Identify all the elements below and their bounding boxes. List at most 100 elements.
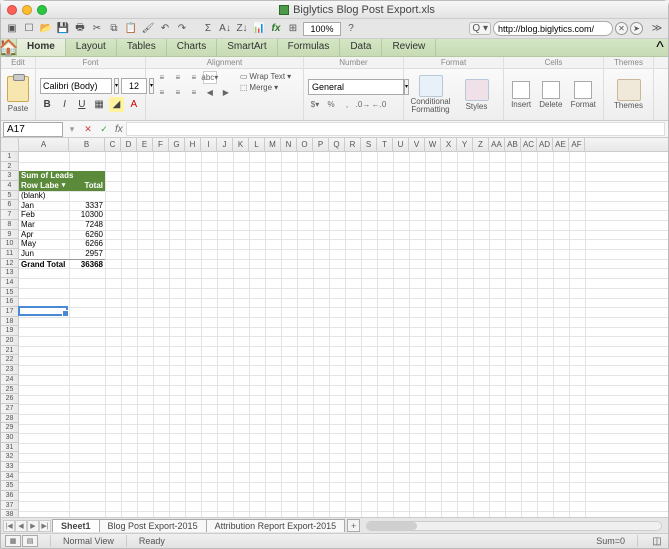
cell-B9[interactable]: 6260 (69, 230, 105, 240)
cell-A11[interactable]: Jun (19, 249, 69, 259)
row-header-3[interactable]: 3 (1, 171, 18, 181)
name-box[interactable] (3, 122, 63, 137)
cell-A12[interactable]: Grand Total (19, 259, 69, 269)
row-labels-filter-icon[interactable]: ▾ (59, 181, 68, 191)
col-header-F[interactable]: F (153, 138, 169, 151)
row-header-18[interactable]: 18 (1, 317, 18, 327)
col-header-AF[interactable]: AF (569, 138, 585, 151)
clear-search-icon[interactable]: ✕ (615, 22, 628, 35)
col-header-AE[interactable]: AE (553, 138, 569, 151)
col-header-U[interactable]: U (393, 138, 409, 151)
conditional-formatting-button[interactable]: Conditional Formatting (409, 75, 453, 114)
underline-button[interactable]: U (75, 97, 89, 112)
border-button[interactable]: ▦ (92, 97, 106, 112)
row-header-29[interactable]: 29 (1, 423, 18, 433)
styles-button[interactable]: Styles (455, 79, 499, 111)
col-header-S[interactable]: S (361, 138, 377, 151)
row-header-19[interactable]: 19 (1, 326, 18, 336)
row-header-20[interactable]: 20 (1, 336, 18, 346)
wrap-text-button[interactable]: ▭ Wrap Text ▾ (237, 71, 294, 82)
col-header-D[interactable]: D (121, 138, 137, 151)
sheet-tab-2[interactable]: Blog Post Export-2015 (99, 519, 207, 532)
confirm-edit-icon[interactable]: ✓ (97, 122, 111, 136)
sort-desc-icon[interactable]: Z↓ (235, 22, 249, 36)
go-search-icon[interactable]: ➤ (630, 22, 643, 35)
page-layout-view-icon[interactable]: ▤ (22, 535, 38, 547)
ribbon-collapse-icon[interactable]: ^ (652, 39, 668, 56)
row-header-37[interactable]: 37 (1, 501, 18, 511)
col-header-AA[interactable]: AA (489, 138, 505, 151)
row-header-5[interactable]: 5 (1, 191, 18, 201)
align-center-icon[interactable]: ≡ (171, 86, 185, 99)
cell-A3[interactable]: Sum of Leads (19, 171, 105, 181)
tab-data[interactable]: Data (340, 39, 382, 56)
themes-icon[interactable] (617, 79, 641, 101)
sheet-nav-prev-icon[interactable]: ◀ (15, 520, 27, 532)
select-all-corner[interactable] (1, 138, 19, 151)
row-header-7[interactable]: 7 (1, 210, 18, 220)
align-right-icon[interactable]: ≡ (187, 86, 201, 99)
sheet-tab-3[interactable]: Attribution Report Export-2015 (206, 519, 346, 532)
cut-icon[interactable]: ✂ (90, 22, 104, 36)
zoom-field[interactable] (303, 22, 341, 36)
align-middle-icon[interactable]: ≡ (171, 71, 185, 84)
add-sheet-button[interactable]: + (347, 519, 360, 532)
cell-A6[interactable]: Jan (19, 201, 69, 211)
tab-smartart[interactable]: SmartArt (217, 39, 277, 56)
tab-layout[interactable]: Layout (66, 39, 117, 56)
col-header-K[interactable]: K (233, 138, 249, 151)
cancel-edit-icon[interactable]: ✕ (81, 122, 95, 136)
col-header-O[interactable]: O (297, 138, 313, 151)
help-icon[interactable]: ? (344, 22, 358, 36)
row-header-28[interactable]: 28 (1, 414, 18, 424)
col-header-T[interactable]: T (377, 138, 393, 151)
cell-B5[interactable] (69, 191, 105, 201)
paste-big-icon[interactable] (7, 76, 29, 102)
new-file-icon[interactable]: ☐ (22, 22, 36, 36)
col-header-P[interactable]: P (313, 138, 329, 151)
open-icon[interactable]: 📂 (39, 22, 53, 36)
row-header-17[interactable]: 17 (1, 307, 18, 317)
cell-B4[interactable]: Total▾ (69, 181, 105, 191)
formula-bar[interactable] (126, 122, 665, 136)
tab-review[interactable]: Review (382, 39, 436, 56)
col-header-X[interactable]: X (441, 138, 457, 151)
collapse-ribbon-icon[interactable]: ≫ (650, 22, 664, 36)
row-header-36[interactable]: 36 (1, 491, 18, 501)
font-color-button[interactable]: A (127, 97, 141, 112)
url-search-input[interactable] (493, 21, 613, 36)
col-header-J[interactable]: J (217, 138, 233, 151)
row-header-8[interactable]: 8 (1, 220, 18, 230)
merge-button[interactable]: ⬚ Merge ▾ (237, 82, 294, 93)
sheet-nav-last-icon[interactable]: ▶| (39, 520, 51, 532)
col-header-AD[interactable]: AD (537, 138, 553, 151)
normal-view-icon[interactable]: ▦ (5, 535, 21, 547)
cell-B11[interactable]: 2957 (69, 249, 105, 259)
comma-icon[interactable]: , (340, 98, 354, 111)
col-header-Q[interactable]: Q (329, 138, 345, 151)
row-header-4[interactable]: 4 (1, 181, 18, 191)
cell-A8[interactable]: Mar (19, 220, 69, 230)
namebox-dd-icon[interactable]: ▾ (65, 122, 79, 136)
align-top-icon[interactable]: ≡ (155, 71, 169, 84)
decrease-decimal-icon[interactable]: ←.0 (372, 98, 386, 111)
cell-B10[interactable]: 6266 (69, 239, 105, 249)
sort-asc-icon[interactable]: A↓ (218, 22, 232, 36)
col-header-A[interactable]: A (19, 138, 69, 151)
sheet-tab-1[interactable]: Sheet1 (52, 519, 100, 532)
font-name-field[interactable] (40, 78, 112, 94)
number-format-field[interactable] (308, 79, 404, 95)
col-header-AB[interactable]: AB (505, 138, 521, 151)
row-header-26[interactable]: 26 (1, 394, 18, 404)
col-header-L[interactable]: L (249, 138, 265, 151)
col-header-Z[interactable]: Z (473, 138, 489, 151)
row-header-12[interactable]: 12 (1, 259, 18, 269)
indent-inc-icon[interactable]: ▶ (219, 86, 233, 99)
close-icon[interactable] (7, 5, 17, 15)
col-header-M[interactable]: M (265, 138, 281, 151)
row-header-33[interactable]: 33 (1, 462, 18, 472)
increase-decimal-icon[interactable]: .0→ (356, 98, 370, 111)
percent-icon[interactable]: % (324, 98, 338, 111)
indent-dec-icon[interactable]: ◀ (203, 86, 217, 99)
row-header-32[interactable]: 32 (1, 452, 18, 462)
